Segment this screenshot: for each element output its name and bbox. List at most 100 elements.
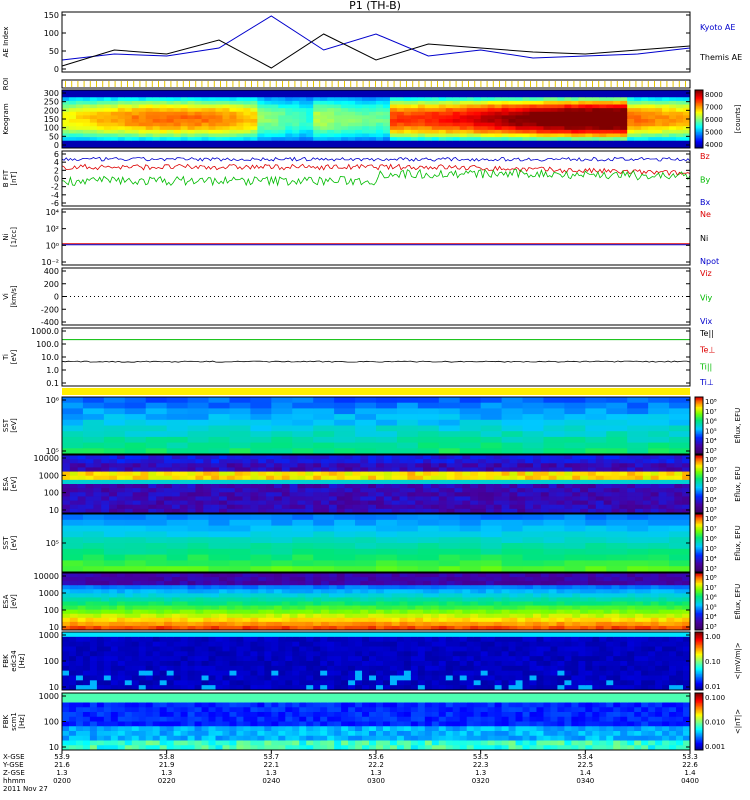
heatmap-cell [459,137,468,142]
heatmap-cell [242,463,251,468]
heatmap-cell [75,140,84,145]
heatmap-cell [369,126,377,131]
heatmap-cell [529,129,537,134]
heatmap-cell [376,504,385,510]
heatmap-cell [540,573,550,578]
heatmap-cell [585,431,607,438]
tick-label-velocity: 200 [44,280,59,289]
heatmap-cell [536,111,544,116]
heatmap-cell [587,488,597,493]
heatmap-cell [320,137,328,142]
heatmap-cell [110,675,119,681]
heatmap-cell [250,573,259,578]
heatmap-cell [466,129,475,134]
heatmap-cell [250,471,259,477]
heatmap-cell [571,108,579,113]
heatmap-cell [517,471,526,477]
heatmap-cell [501,601,510,607]
heatmap-cell [641,97,649,102]
heatmap-cell [548,581,558,586]
heatmap-cell [564,129,572,134]
heatmap-cell [271,108,279,113]
heatmap-cell [313,589,322,594]
heatmap-cell [360,504,369,510]
roi-marker [685,81,686,87]
heatmap-cell [417,431,440,438]
heatmap-cell [548,475,558,481]
heatmap-cell [396,431,419,438]
heatmap-cell [179,577,189,582]
heatmap-cell [648,560,670,567]
heatmap-cell [242,573,251,578]
heatmap-cell [417,119,426,124]
heatmap-cell [611,601,620,607]
heatmap-cell [634,115,642,120]
heatmap-cell [292,414,314,421]
heatmap-cell [85,467,94,473]
heatmap-cell [355,97,363,102]
heatmap-cell [211,479,220,485]
heatmap-cell [313,548,335,556]
heatmap-cell [376,597,385,602]
heatmap-cell [399,613,408,619]
heatmap-cell [208,408,230,415]
heatmap-cell [101,597,110,602]
heatmap-cell [430,504,440,510]
heatmap-cell [289,459,298,464]
heatmap-cell [101,488,110,493]
heatmap-cell [305,459,314,464]
heatmap-cell [556,459,565,464]
heatmap-cell [642,585,652,590]
heatmap-cell [124,126,133,131]
heatmap-cell [148,488,157,493]
heatmap-cell [348,97,356,102]
heatmap-cell [103,646,112,652]
heatmap-cell [487,108,496,113]
heatmap-cell [355,414,377,421]
heatmap-cell [321,492,330,497]
heatmap-cell [234,459,244,464]
heatmap-cell [203,617,212,623]
heatmap-cell [164,475,173,481]
heatmap-cell [271,97,279,102]
heatmap-cell [525,488,534,493]
heatmap-cell [145,670,154,676]
heatmap-cell [321,467,330,473]
heatmap-cell [501,129,510,134]
heatmap-cell [642,605,652,611]
heatmap-cell [292,115,300,120]
heatmap-cell [556,500,565,506]
heatmap-cell [578,104,586,109]
heatmap-cell [355,554,377,561]
heatmap-cell [362,122,370,127]
heatmap-cell [666,492,675,497]
heatmap-cell [352,593,361,598]
heatmap-cell [219,593,228,598]
heatmap-cell [148,573,157,578]
heatmap-cell [305,597,314,602]
heatmap-cell [543,93,551,98]
heatmap-cell [179,459,189,464]
heatmap-cell [417,111,426,116]
heatmap-cell [438,431,461,438]
heatmap-cell [595,577,605,582]
heatmap-cell [250,126,258,131]
heatmap-cell [96,140,105,145]
heatmap-cell [250,459,259,464]
heatmap-cell [501,593,510,598]
heatmap-cell [650,601,660,607]
heatmap-cell [250,119,258,124]
heatmap-cell [313,621,322,627]
heatmap-cell [522,111,531,116]
heatmap-cell [156,601,165,607]
heatmap-cell [635,496,644,502]
heatmap-cell [682,577,691,582]
heatmap-cell [655,133,663,138]
roi-marker [666,81,668,87]
heatmap-cell [201,119,210,124]
heatmap-cell [564,402,586,409]
heatmap-cell [423,589,432,594]
heatmap-cell [676,111,684,116]
heatmap-cell [187,577,196,582]
heatmap-cell [306,104,314,109]
